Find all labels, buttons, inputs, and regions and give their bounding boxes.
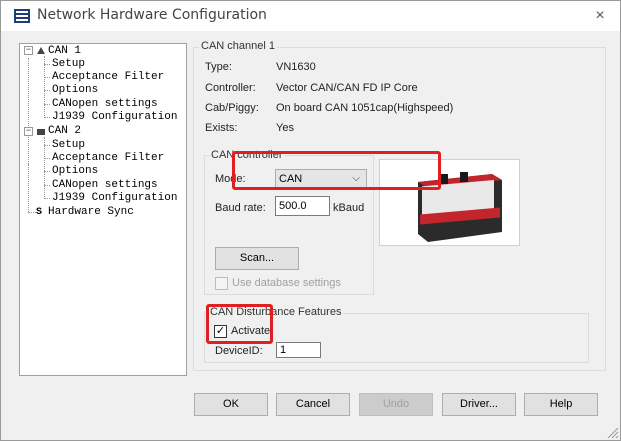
can-channel-group-title: CAN channel 1 xyxy=(199,40,277,52)
tree-item-can2-acceptance-filter[interactable]: Acceptance Filter xyxy=(52,152,164,165)
mode-select-value: CAN xyxy=(279,173,303,185)
network-config-app-icon xyxy=(14,9,30,23)
cab-piggy-label: Cab/Piggy: xyxy=(205,102,259,114)
hardware-tree-view[interactable]: − CAN 1 Setup Acceptance Filter Options … xyxy=(19,43,187,376)
window-title: Network Hardware Configuration xyxy=(37,7,267,23)
scan-button[interactable]: Scan... xyxy=(215,247,299,270)
undo-button[interactable]: Undo xyxy=(359,393,433,416)
tree-item-can1[interactable]: CAN 1 xyxy=(48,45,81,58)
device-id-input[interactable]: 1 xyxy=(276,342,321,358)
vn1630-device-image xyxy=(380,160,519,245)
network-hardware-config-window: Network Hardware Configuration × − CAN 1… xyxy=(0,0,621,441)
tree-item-hardware-sync[interactable]: Hardware Sync xyxy=(48,206,134,219)
collapse-can2-icon[interactable]: − xyxy=(24,127,33,136)
exists-label: Exists: xyxy=(205,122,238,134)
activate-label: Activate xyxy=(231,325,271,337)
activate-checkbox[interactable]: ✓ xyxy=(214,325,227,338)
tree-item-can2-j1939[interactable]: J1939 Configuration xyxy=(52,192,177,205)
cancel-button[interactable]: Cancel xyxy=(276,393,350,416)
collapse-can1-icon[interactable]: − xyxy=(24,46,33,55)
resize-grip-icon[interactable] xyxy=(605,425,619,439)
tree-item-can1-setup[interactable]: Setup xyxy=(52,58,85,71)
use-database-settings-label: Use database settings xyxy=(232,277,341,289)
cab-piggy-value: On board CAN 1051cap(Highspeed) xyxy=(276,102,454,114)
exists-value: Yes xyxy=(276,122,294,134)
close-icon[interactable]: × xyxy=(589,6,611,26)
device-photo xyxy=(379,159,520,246)
type-value: VN1630 xyxy=(276,61,316,73)
can-controller-group-title: CAN controller xyxy=(209,149,285,161)
tree-item-can1-options[interactable]: Options xyxy=(52,84,98,97)
controller-value: Vector CAN/CAN FD IP Core xyxy=(276,82,418,94)
tree-item-can1-acceptance-filter[interactable]: Acceptance Filter xyxy=(52,71,164,84)
can-channel-icon xyxy=(37,47,45,54)
can-disturbance-group-title: CAN Disturbance Features xyxy=(208,306,344,318)
tree-item-can1-j1939[interactable]: J1939 Configuration xyxy=(52,111,177,124)
controller-label: Controller: xyxy=(205,82,256,94)
tree-item-can2[interactable]: CAN 2 xyxy=(48,125,81,138)
driver-button[interactable]: Driver... xyxy=(442,393,516,416)
baud-unit-label: kBaud xyxy=(333,202,365,214)
tree-item-can2-options[interactable]: Options xyxy=(52,165,98,178)
device-id-label: DeviceID: xyxy=(215,345,263,357)
can-channel-icon xyxy=(37,129,45,135)
baud-rate-label: Baud rate: xyxy=(215,202,266,214)
chevron-down-icon: ⌵ xyxy=(352,173,360,184)
tree-item-can2-setup[interactable]: Setup xyxy=(52,139,85,152)
mode-label: Mode: xyxy=(215,173,246,185)
use-database-settings-checkbox[interactable] xyxy=(215,277,228,290)
tree-item-can2-canopen[interactable]: CANopen settings xyxy=(52,179,158,192)
title-bar: Network Hardware Configuration × xyxy=(1,1,620,31)
type-label: Type: xyxy=(205,61,232,73)
sync-icon: S xyxy=(36,207,43,218)
mode-select[interactable]: CAN ⌵ xyxy=(275,169,367,189)
baud-rate-input[interactable]: 500.0 xyxy=(275,196,330,216)
ok-button[interactable]: OK xyxy=(194,393,268,416)
help-button[interactable]: Help xyxy=(524,393,598,416)
tree-item-can1-canopen[interactable]: CANopen settings xyxy=(52,98,158,111)
